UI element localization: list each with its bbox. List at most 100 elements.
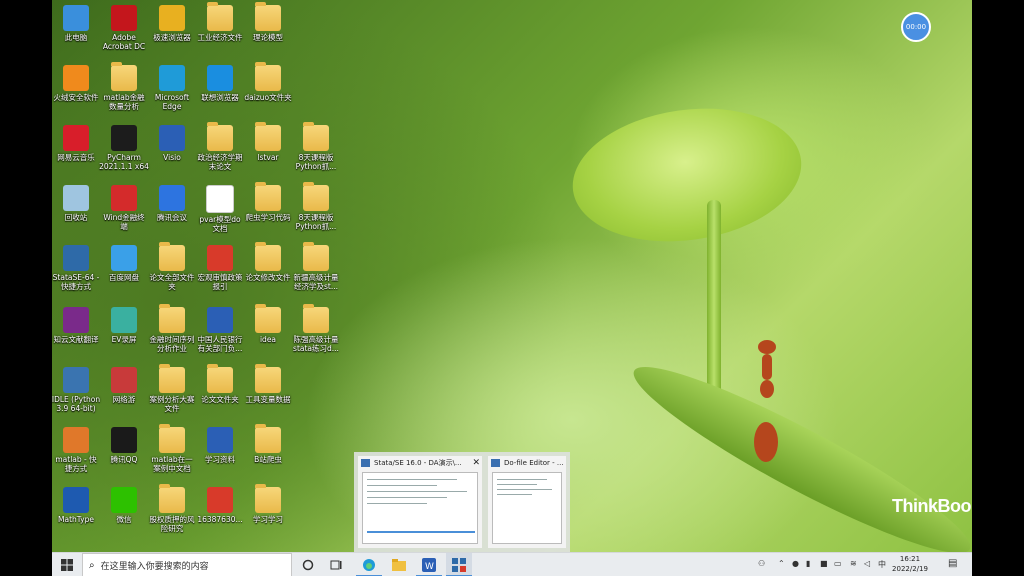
folder-icon (303, 242, 329, 271)
wifi-icon[interactable]: ≋ (850, 559, 857, 568)
close-icon[interactable]: ✕ (472, 456, 480, 470)
search-box[interactable]: ⌕ 在这里输入你要搜索的内容 (82, 553, 292, 576)
stata-icon[interactable] (446, 553, 472, 576)
desktop-icon[interactable]: 陈强高级计量 stata练习d... (286, 304, 346, 353)
clock-time: 16:21 (899, 555, 921, 563)
app-icon (207, 65, 233, 91)
desktop: 此电脑 Adobe Acrobat DC 极速浏览器 工业经济文件 理论模型 火绒安全软件… (52, 0, 972, 576)
desktop-icon[interactable]: 理论模型 (238, 2, 298, 42)
clock-date: 2022/2/19 (892, 565, 928, 573)
folder-icon (255, 424, 281, 453)
app-icon (63, 125, 89, 151)
folder-icon (255, 62, 281, 91)
folder-icon (255, 242, 281, 271)
folder-icon (159, 304, 185, 333)
stata-icon (361, 459, 370, 467)
notification-icon[interactable]: ▤ (948, 558, 957, 569)
app-icon (63, 427, 89, 453)
app-icon (111, 245, 137, 271)
folder-icon (255, 484, 281, 513)
taskbar: ⌕ 在这里输入你要搜索的内容 W ⚇ ⌃ ● ▮ ■ ▭ ≋ ◁ 中 16:21… (52, 552, 972, 576)
folder-icon (255, 2, 281, 31)
tray-app-icon[interactable]: ■ (820, 559, 828, 568)
desktop-icon[interactable]: B站爬虫 (238, 424, 298, 464)
preview-thumbnail (492, 472, 562, 544)
desktop-icon-label: 8天课程版 Python抓... (295, 213, 337, 231)
preview-dofile-window[interactable]: Do-file Editor - ... (488, 456, 566, 548)
folder-icon (255, 122, 281, 151)
app-icon (111, 307, 137, 333)
preview-thumbnail (362, 472, 478, 544)
app-icon (111, 487, 137, 513)
search-placeholder: 在这里输入你要搜索的内容 (100, 561, 209, 572)
app-icon (207, 427, 233, 453)
folder-icon (111, 62, 137, 91)
app-icon (63, 307, 89, 333)
desktop-icon-label: 8天课程版 Python抓... (295, 153, 337, 171)
app-icon (207, 487, 233, 513)
folder-icon (159, 424, 185, 453)
desktop-icon-label: B站爬虫 (254, 455, 282, 464)
desktop-icon[interactable]: 8天课程版 Python抓... (286, 122, 346, 171)
preview-title: Stata/SE 16.0 - DA演示\... (374, 459, 462, 467)
search-icon: ⌕ (89, 559, 95, 571)
edge-icon[interactable] (356, 553, 382, 576)
app-icon (63, 245, 89, 271)
folder-icon (207, 364, 233, 393)
desktop-icon-label: 学习学习 (253, 515, 283, 524)
computer-icon (63, 5, 89, 31)
brand-logo: ThinkBook (892, 496, 972, 516)
word-icon[interactable]: W (416, 553, 442, 576)
folder-icon (159, 484, 185, 513)
desktop-icon-label: 新疆高级计量 经济学及st... (293, 273, 339, 291)
app-icon (159, 5, 185, 31)
battery-icon[interactable]: ▭ (834, 559, 842, 568)
preview-stata-window[interactable]: Stata/SE 16.0 - DA演示\... ✕ (358, 456, 482, 548)
folder-icon (303, 182, 329, 211)
taskbar-preview: Stata/SE 16.0 - DA演示\... ✕ Do-file Editor… (354, 452, 570, 552)
folder-icon (159, 364, 185, 393)
explorer-icon[interactable] (386, 553, 412, 576)
wallpaper-grass (620, 344, 972, 576)
volume-icon[interactable]: ◁ (864, 559, 870, 568)
app-icon (111, 125, 137, 151)
document-icon (206, 185, 234, 213)
people-icon[interactable]: ⚇ (758, 559, 765, 568)
folder-icon (255, 182, 281, 211)
desktop-icon-label: 工具变量数据 (245, 395, 291, 404)
app-icon (111, 367, 137, 393)
desktop-icon[interactable]: 学习学习 (238, 484, 298, 524)
desktop-icon[interactable]: 8天课程版 Python抓... (286, 182, 346, 231)
app-icon (63, 487, 89, 513)
system-clock[interactable]: 16:21 2022/2/19 (890, 554, 930, 574)
cortana-icon[interactable] (296, 553, 320, 576)
folder-icon (255, 364, 281, 393)
tray-app-icon[interactable]: ● (792, 559, 799, 568)
app-icon (111, 185, 137, 211)
app-icon (159, 125, 185, 151)
app-icon (159, 65, 185, 91)
desktop-icon[interactable]: 工具变量数据 (238, 364, 298, 404)
app-icon (111, 5, 137, 31)
folder-icon (303, 122, 329, 151)
desktop-icon-label: 理论模型 (253, 33, 283, 42)
desktop-icon-label: daizuo文件夹 (244, 93, 292, 102)
app-icon (159, 185, 185, 211)
ime-indicator[interactable]: 中 (878, 559, 886, 570)
folder-icon (303, 304, 329, 333)
folder-icon (207, 2, 233, 31)
mic-icon[interactable]: ▮ (806, 559, 810, 568)
timer-button[interactable]: 00:00 (901, 12, 931, 42)
folder-icon (255, 304, 281, 333)
app-icon (207, 245, 233, 271)
app-icon (207, 307, 233, 333)
desktop-icon-label: 陈强高级计量 stata练习d... (293, 335, 339, 353)
chevron-up-icon[interactable]: ⌃ (778, 559, 785, 568)
app-icon (111, 427, 137, 453)
desktop-icon[interactable]: daizuo文件夹 (238, 62, 298, 102)
wallpaper-leaf (564, 94, 810, 256)
desktop-icon[interactable]: 新疆高级计量 经济学及st... (286, 242, 346, 291)
start-icon[interactable] (56, 553, 78, 576)
taskview-icon[interactable] (324, 553, 348, 576)
folder-icon (207, 122, 233, 151)
